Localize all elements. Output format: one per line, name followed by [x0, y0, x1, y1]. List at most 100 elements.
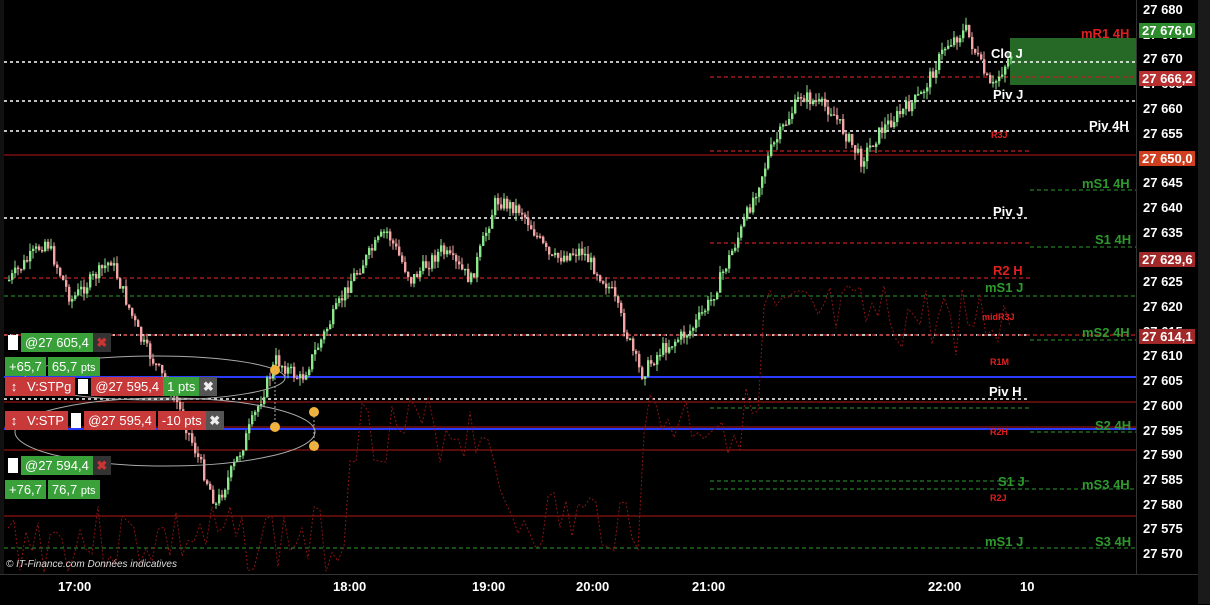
candle: [23, 260, 26, 270]
pnl-value: +76,7: [5, 480, 46, 499]
candle: [947, 45, 950, 49]
price-tick: 27 670: [1143, 51, 1183, 67]
candle: [833, 114, 836, 116]
candle: [53, 246, 56, 265]
candle: [224, 489, 227, 498]
candle: [215, 503, 218, 505]
candle: [842, 119, 845, 134]
candle: [728, 255, 731, 269]
order-qty: -10 pts: [157, 411, 206, 430]
candle: [101, 265, 104, 269]
candle: [989, 74, 992, 84]
price-tick: 27 645: [1143, 175, 1183, 191]
candle: [482, 235, 485, 246]
price-chart[interactable]: [0, 0, 1136, 574]
candle: [218, 494, 221, 504]
candle: [62, 275, 65, 281]
candle: [563, 255, 566, 262]
candle: [41, 249, 44, 252]
pnl-points: 76,7 pts: [47, 480, 100, 499]
candle: [365, 255, 368, 266]
order-handle[interactable]: [78, 379, 89, 394]
order-widget-stop-1[interactable]: ↕ V:STPg @27 595,4 1 pts ✖: [5, 377, 218, 396]
candle: [539, 236, 542, 238]
candle: [155, 363, 158, 366]
position-widget-long-2[interactable]: @27 594,4 ✖: [5, 456, 111, 475]
drag-order-icon[interactable]: ↕: [5, 411, 23, 430]
candle: [437, 251, 440, 262]
candle: [698, 312, 701, 320]
candle: [86, 287, 89, 294]
candle: [632, 338, 635, 351]
candle: [470, 273, 473, 283]
candle: [614, 287, 617, 297]
candle: [584, 253, 587, 256]
candle: [296, 377, 299, 380]
position-widget-long-1[interactable]: @27 605,4 ✖: [5, 333, 111, 352]
candle: [380, 231, 383, 237]
candle: [770, 144, 773, 156]
candle: [611, 286, 614, 289]
candle: [554, 252, 557, 256]
candle: [83, 286, 86, 294]
candle: [920, 92, 923, 95]
candle: [59, 267, 62, 276]
candle: [965, 24, 968, 31]
candle: [653, 363, 656, 366]
candle: [371, 248, 374, 251]
candle: [80, 286, 83, 290]
candle: [533, 229, 536, 236]
level-label-clo-j: Clo J: [991, 46, 1023, 61]
candle: [95, 274, 98, 279]
candle: [266, 377, 269, 398]
candle: [362, 265, 365, 274]
candle: [191, 433, 194, 443]
candle: [662, 343, 665, 355]
pnl-points: 65,7 pts: [47, 357, 100, 376]
candle: [683, 331, 686, 338]
level-label-r1m: R1M: [990, 357, 1010, 367]
price-axis[interactable]: 27 68027 67027 66027 65027 64027 63027 6…: [1136, 0, 1199, 574]
candle: [479, 245, 482, 257]
candle: [386, 231, 389, 233]
position-entry-price: @27 605,4: [21, 333, 93, 352]
time-axis[interactable]: 17:00 18:00 19:00 20:00 21:00 22:00 10: [0, 574, 1198, 605]
candle: [590, 257, 593, 263]
position-handle[interactable]: [8, 458, 18, 473]
candle: [494, 198, 497, 216]
candle: [119, 278, 122, 289]
chart-plot-area[interactable]: mR1 4H Clo J Piv J R3J Piv 4H mS1 4H Piv…: [0, 0, 1136, 574]
candle: [578, 248, 581, 256]
candle: [38, 246, 41, 250]
candle: [398, 246, 401, 256]
level-label-midr3j: midR3J: [982, 312, 1015, 322]
candle: [299, 374, 302, 379]
order-widget-stop-2[interactable]: ↕ V:STP @27 595,4 -10 pts ✖: [5, 411, 224, 430]
candle: [230, 466, 233, 478]
order-handle[interactable]: [71, 413, 82, 428]
candle: [785, 124, 788, 126]
cancel-order-button[interactable]: ✖: [205, 411, 224, 430]
cancel-order-button[interactable]: ✖: [199, 377, 218, 396]
candle: [587, 253, 590, 263]
candle: [395, 243, 398, 247]
drag-order-icon[interactable]: ↕: [5, 377, 23, 396]
candle: [818, 98, 821, 102]
candle: [980, 54, 983, 60]
candle: [758, 187, 761, 197]
position-handle[interactable]: [8, 335, 18, 350]
price-tick: 27 610: [1143, 348, 1183, 364]
candle: [887, 120, 890, 125]
candle: [773, 142, 776, 145]
candle: [143, 339, 146, 342]
vertical-scrollbar[interactable]: [1198, 0, 1210, 604]
candle: [857, 148, 860, 153]
close-position-button[interactable]: ✖: [92, 456, 111, 475]
candle: [290, 366, 293, 369]
close-position-button[interactable]: ✖: [92, 333, 111, 352]
candle: [113, 263, 116, 266]
candle: [449, 250, 452, 254]
candle: [416, 273, 419, 278]
candle: [761, 176, 764, 188]
candle: [716, 292, 719, 300]
